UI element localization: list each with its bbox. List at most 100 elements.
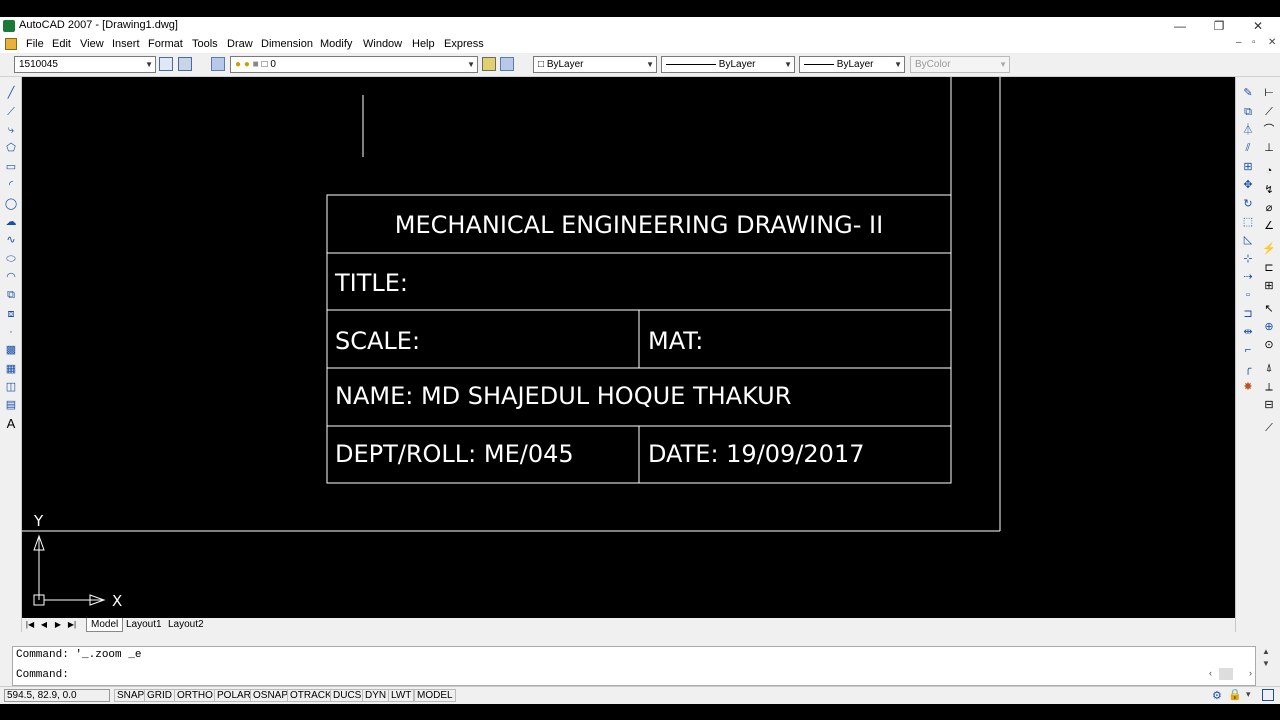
- trim-icon[interactable]: ⊹: [1241, 253, 1255, 265]
- polyline-icon[interactable]: ⤷: [4, 124, 18, 136]
- ducs-toggle[interactable]: DUCS: [330, 689, 365, 702]
- minimize-button[interactable]: —: [1160, 17, 1200, 36]
- tab-layout1[interactable]: Layout1: [122, 618, 166, 631]
- lock-icon[interactable]: 🔒: [1228, 688, 1242, 701]
- extend-icon[interactable]: ⇢: [1241, 271, 1255, 283]
- scroll-right-icon[interactable]: ›: [1249, 668, 1252, 678]
- workspace-combo[interactable]: 1510045 ▼: [14, 56, 156, 73]
- circle-icon[interactable]: ◯: [4, 198, 18, 210]
- menu-file[interactable]: File: [26, 38, 44, 50]
- horizontal-scroll-thumb[interactable]: [1219, 668, 1233, 680]
- next-tab-button[interactable]: ▶: [52, 619, 64, 631]
- hatch-icon[interactable]: ▩: [4, 344, 18, 356]
- break-icon[interactable]: ⊐: [1241, 308, 1255, 320]
- diameter-dimension-icon[interactable]: ⌀: [1262, 202, 1276, 214]
- offset-icon[interactable]: ⫽: [1241, 142, 1255, 154]
- rotate-icon[interactable]: ↻: [1241, 198, 1255, 210]
- construction-line-icon[interactable]: ⟋: [4, 106, 18, 118]
- join-icon[interactable]: ⇹: [1241, 326, 1255, 338]
- menu-help[interactable]: Help: [412, 38, 435, 50]
- ellipse-icon[interactable]: ⬭: [4, 253, 18, 265]
- insert-block-icon[interactable]: ⧉: [4, 289, 18, 301]
- autocad-app-icon[interactable]: [3, 20, 15, 32]
- lineweight-combo[interactable]: ByLayer ▼: [799, 56, 905, 73]
- scroll-left-icon[interactable]: ‹: [1209, 668, 1212, 678]
- radius-dimension-icon[interactable]: ◔: [1262, 165, 1276, 177]
- close-button[interactable]: ✕: [1238, 17, 1278, 36]
- fillet-icon[interactable]: ╭: [1241, 363, 1255, 375]
- quick-dimension-icon[interactable]: ⚡: [1262, 243, 1276, 255]
- angular-dimension-icon[interactable]: ∠: [1262, 220, 1276, 232]
- dimension-edit-icon[interactable]: ⍋: [1262, 362, 1276, 374]
- stretch-icon[interactable]: ◺: [1241, 234, 1255, 246]
- table-icon[interactable]: ▤: [4, 399, 18, 411]
- tab-model[interactable]: Model: [86, 618, 124, 632]
- model-toggle[interactable]: MODEL: [414, 689, 456, 702]
- ordinate-dimension-icon[interactable]: ⊥: [1262, 142, 1276, 154]
- menu-tools[interactable]: Tools: [192, 38, 218, 50]
- command-history-box[interactable]: Command: '_.zoom _e Command: ‹ ›: [12, 646, 1256, 686]
- menu-format[interactable]: Format: [148, 38, 183, 50]
- scroll-up-icon[interactable]: ▲: [1262, 647, 1270, 656]
- previous-tab-button[interactable]: ◀: [38, 619, 50, 631]
- menu-draw[interactable]: Draw: [227, 38, 253, 50]
- polygon-icon[interactable]: ⬠: [4, 142, 18, 154]
- menu-express[interactable]: Express: [444, 38, 484, 50]
- drawing-minimize-button[interactable]: –: [1236, 37, 1242, 48]
- explode-icon[interactable]: ✸: [1241, 381, 1255, 393]
- make-object-layer-icon[interactable]: [482, 57, 496, 71]
- spline-icon[interactable]: ∿: [4, 234, 18, 246]
- menu-dimension[interactable]: Dimension: [261, 38, 313, 50]
- drawing-close-button[interactable]: ✕: [1268, 37, 1276, 48]
- communication-center-icon[interactable]: ⚙: [1212, 689, 1222, 702]
- center-mark-icon[interactable]: ⊙: [1262, 339, 1276, 351]
- menu-view[interactable]: View: [80, 38, 104, 50]
- ortho-toggle[interactable]: ORTHO: [174, 689, 216, 702]
- last-tab-button[interactable]: ▶|: [66, 619, 78, 631]
- dimension-text-edit-icon[interactable]: ⟂: [1262, 381, 1276, 393]
- osnap-toggle[interactable]: OSNAP: [250, 689, 292, 702]
- scale-icon[interactable]: ⬚: [1241, 216, 1255, 228]
- restore-button[interactable]: ❐: [1199, 17, 1239, 36]
- line-icon[interactable]: ╱: [4, 87, 18, 99]
- revision-cloud-icon[interactable]: ☁: [4, 216, 18, 228]
- rectangle-icon[interactable]: ▭: [4, 161, 18, 173]
- arc-length-icon[interactable]: ⌒: [1262, 124, 1276, 136]
- move-icon[interactable]: ✥: [1241, 179, 1255, 191]
- clean-screen-icon[interactable]: [1262, 689, 1274, 701]
- zoom-realtime-icon[interactable]: [159, 57, 173, 71]
- color-combo[interactable]: □ ByLayer ▼: [533, 56, 657, 73]
- multiline-text-icon[interactable]: A: [4, 417, 18, 430]
- continue-dimension-icon[interactable]: ⊞: [1262, 280, 1276, 292]
- layer-manager-icon[interactable]: [211, 57, 225, 71]
- menu-window[interactable]: Window: [363, 38, 402, 50]
- point-icon[interactable]: ·: [4, 326, 18, 338]
- copy-icon[interactable]: ⧉: [1241, 106, 1255, 118]
- ellipse-arc-icon[interactable]: ◠: [4, 271, 18, 283]
- dyn-toggle[interactable]: DYN: [362, 689, 390, 702]
- first-tab-button[interactable]: |◀: [24, 619, 36, 631]
- chamfer-icon[interactable]: ⌐: [1241, 344, 1255, 356]
- linear-dimension-icon[interactable]: ⊢: [1262, 87, 1276, 99]
- array-icon[interactable]: ⊞: [1241, 161, 1255, 173]
- document-icon[interactable]: [5, 38, 17, 50]
- scroll-down-icon[interactable]: ▼: [1262, 659, 1270, 668]
- polar-toggle[interactable]: POLAR: [214, 689, 254, 702]
- linetype-combo[interactable]: ByLayer ▼: [661, 56, 795, 73]
- menu-edit[interactable]: Edit: [52, 38, 71, 50]
- snap-toggle[interactable]: SNAP: [114, 689, 148, 702]
- mirror-icon[interactable]: ⏃: [1241, 124, 1255, 136]
- menu-insert[interactable]: Insert: [112, 38, 140, 50]
- quick-leader-icon[interactable]: ↖: [1262, 303, 1276, 315]
- erase-icon[interactable]: ✎: [1241, 87, 1255, 99]
- break-at-point-icon[interactable]: ▫: [1241, 289, 1255, 301]
- layer-previous-icon[interactable]: [500, 57, 514, 71]
- menu-modify[interactable]: Modify: [320, 38, 352, 50]
- coordinate-display[interactable]: 594.5, 82.9, 0.0: [4, 689, 110, 702]
- layer-combo[interactable]: ● ● ■ □ 0 ▼: [230, 56, 478, 73]
- tab-layout2[interactable]: Layout2: [164, 618, 208, 631]
- dimension-update-icon[interactable]: ⊟: [1262, 399, 1276, 411]
- otrack-toggle[interactable]: OTRACK: [287, 689, 335, 702]
- baseline-dimension-icon[interactable]: ⊏: [1262, 262, 1276, 274]
- region-icon[interactable]: ◫: [4, 381, 18, 393]
